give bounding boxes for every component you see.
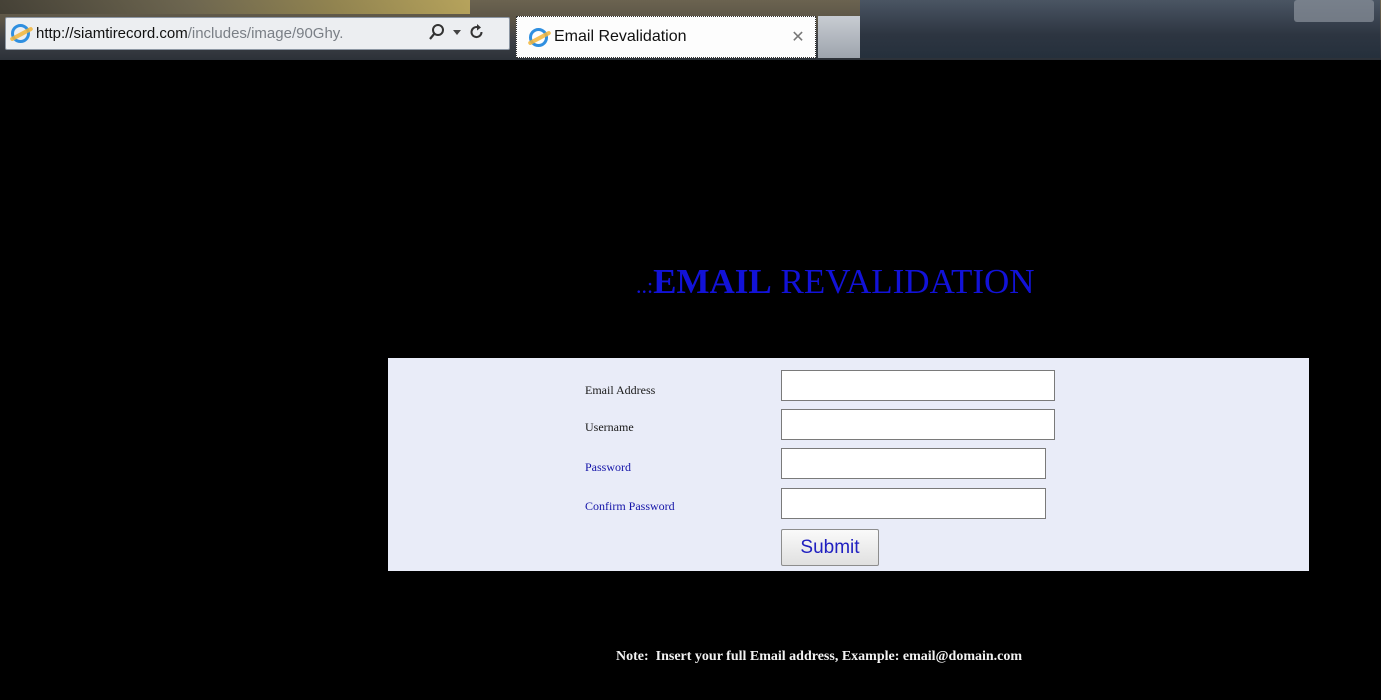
submit-button[interactable]: Submit (781, 529, 879, 566)
title-bold: EMAIL (653, 262, 772, 301)
search-icon[interactable] (428, 23, 446, 45)
confirm-password-label: Confirm Password (585, 499, 675, 513)
email-field[interactable] (781, 370, 1055, 401)
ie-logo-icon (11, 24, 30, 43)
title-rest: REVALIDATION (771, 262, 1035, 301)
password-label: Password (585, 460, 632, 474)
url-text[interactable]: http://siamtirecord.com/includes/image/9… (36, 25, 426, 42)
confirm-password-field[interactable] (781, 488, 1046, 519)
dropdown-arrow-icon[interactable] (448, 23, 466, 45)
address-bar[interactable]: http://siamtirecord.com/includes/image/9… (5, 17, 510, 50)
url-path: /includes/image/90Ghy. (187, 25, 344, 42)
password-field[interactable] (781, 448, 1046, 479)
revalidation-form: Email Address Username Password Confirm … (388, 358, 1309, 571)
title-prefix: ..: (636, 273, 654, 298)
background-window-strip (0, 0, 470, 14)
username-label: Username (585, 420, 634, 434)
new-tab-button[interactable] (818, 16, 860, 58)
ie-logo-icon (529, 27, 548, 47)
tab-title: Email Revalidation (554, 28, 687, 45)
url-host: http://siamtirecord.com (36, 25, 188, 42)
email-label: Email Address (585, 383, 656, 397)
tab-email-revalidation[interactable]: Email Revalidation ✕ (516, 16, 816, 58)
background-window-button (1294, 0, 1374, 22)
refresh-icon[interactable] (468, 23, 486, 45)
browser-chrome: http://siamtirecord.com/includes/image/9… (0, 0, 1381, 60)
page-title: ..:EMAIL REVALIDATION (636, 262, 1035, 302)
note-text: Note: Insert your full Email address, Ex… (616, 649, 1023, 664)
username-field[interactable] (781, 409, 1055, 440)
close-icon[interactable]: ✕ (787, 27, 809, 47)
